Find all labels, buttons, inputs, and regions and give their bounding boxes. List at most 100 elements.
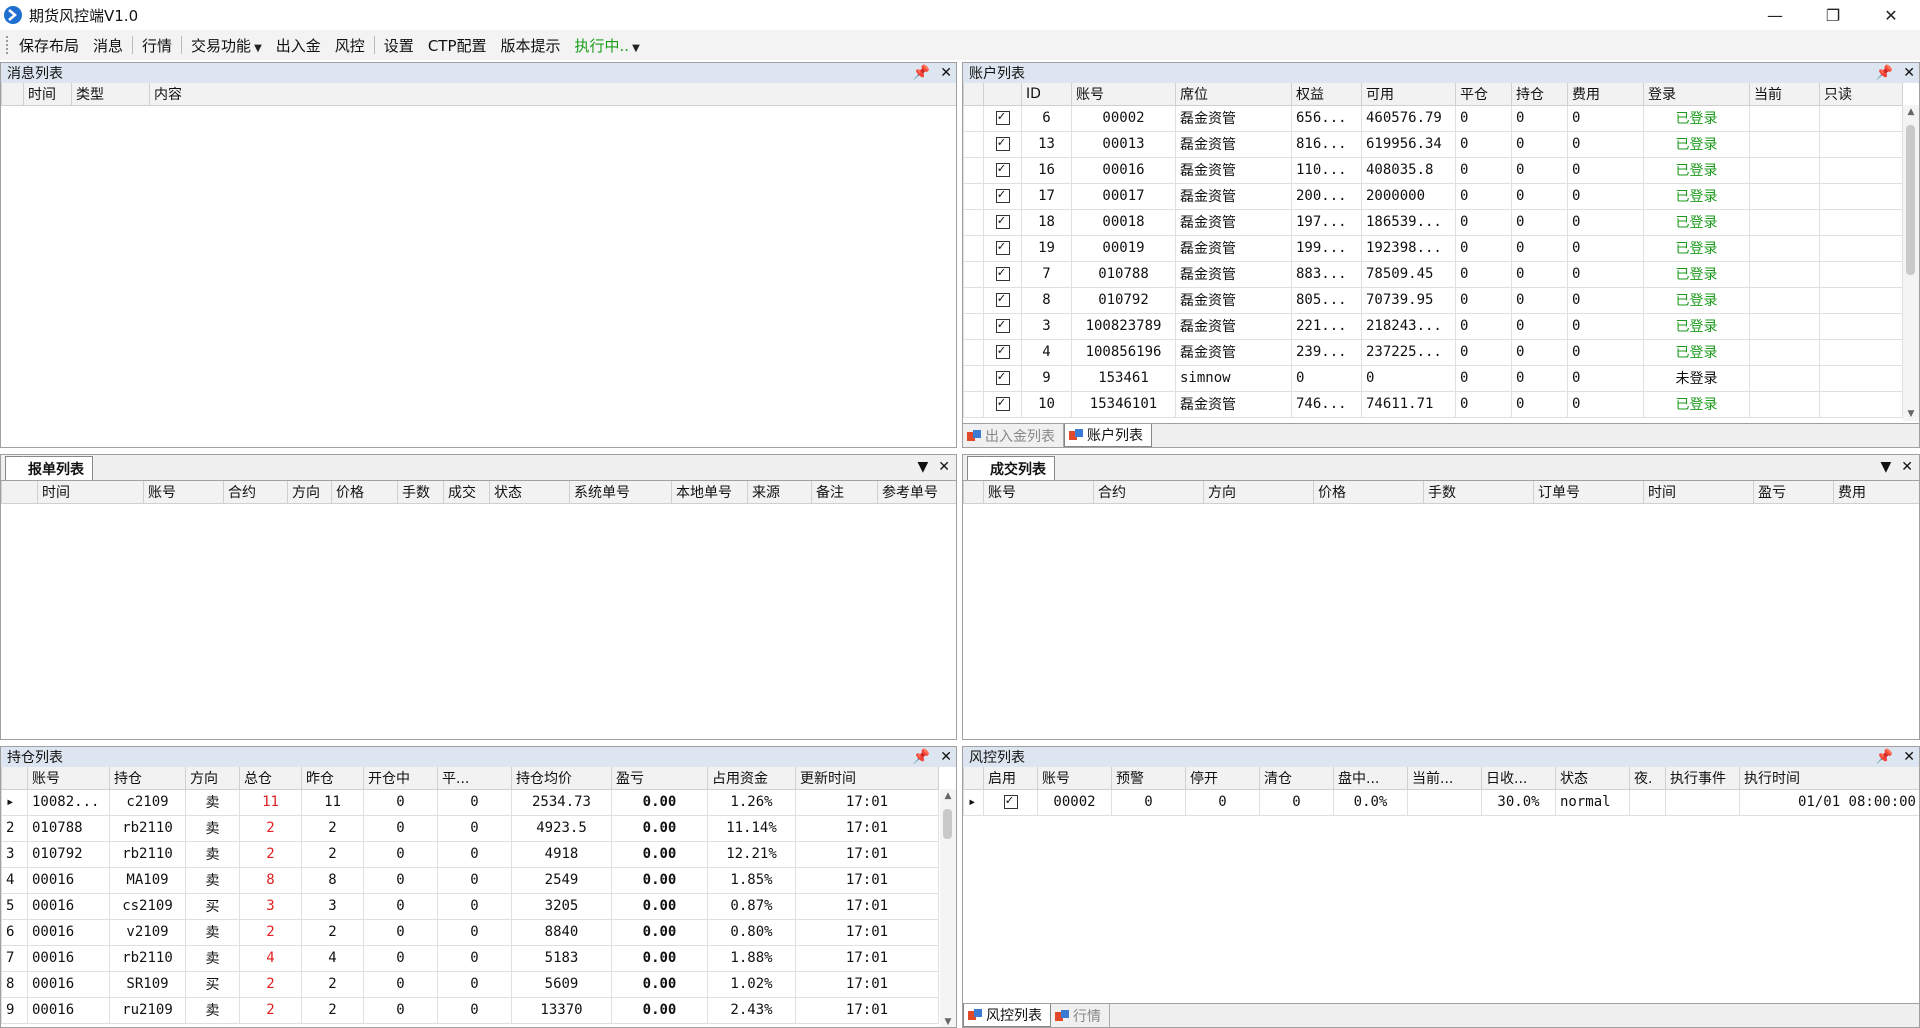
checkbox[interactable] [995,187,1010,203]
column-header[interactable]: 账号 [983,481,1094,504]
column-header[interactable]: 价格 [331,481,398,504]
row-header-cell[interactable]: ▸ [1,788,28,816]
row-header-cell[interactable] [963,312,984,340]
checkbox-cell[interactable] [983,788,1038,816]
pin-icon[interactable]: 📌 [913,749,930,765]
column-header[interactable]: 昨仓 [301,767,364,790]
column-header[interactable]: 合约 [1093,481,1204,504]
row-header-cell[interactable] [963,338,984,366]
column-header[interactable]: 平仓 [1455,83,1512,106]
menu-trading[interactable]: 交易功能 ▼ [184,35,269,56]
column-header[interactable]: 盈亏 [611,767,708,790]
checkbox[interactable] [995,135,1010,151]
table-row[interactable]: 6 00016 v2109 卖 2 2 0 0 8840 0.00 0.80% 17:01 [1,918,939,946]
column-header[interactable]: 时间 [1643,481,1754,504]
column-header[interactable]: 合约 [223,481,288,504]
column-header[interactable]: 参考单号 [877,481,956,504]
column-header[interactable] [963,767,984,790]
row-header-cell[interactable] [963,104,984,132]
column-header[interactable]: 盈亏 [1753,481,1834,504]
tab-order-list[interactable]: 报单列表 [5,456,93,480]
tab-quotes[interactable]: 行情 [1051,1004,1110,1027]
column-header[interactable]: 方向 [185,767,240,790]
table-row[interactable]: 1700017磊金资管200...2000000000已登录 [963,182,1903,210]
table-row[interactable]: 1300013磊金资管816...619956.34000已登录 [963,130,1903,158]
scrollbar-thumb[interactable] [943,809,952,839]
row-header-cell[interactable] [963,260,984,288]
checkbox[interactable] [995,343,1010,359]
checkbox[interactable] [995,291,1010,307]
row-header-cell[interactable]: 8 [1,970,28,998]
row-header-cell[interactable]: 5 [1,892,28,920]
close-icon[interactable]: ✕ [1903,749,1915,765]
column-header[interactable]: 账号 [1037,767,1112,790]
row-header-cell[interactable]: 3 [1,840,28,868]
checkbox-cell[interactable] [983,364,1022,392]
table-row[interactable]: 2 010788 rb2110 卖 2 2 0 0 4923.5 0.00 11.14% 17:01 [1,814,939,842]
close-icon[interactable]: ✕ [1903,65,1915,81]
checkbox-cell[interactable] [983,312,1022,340]
column-header[interactable]: 更新时间 [795,767,939,790]
table-row[interactable]: 1015346101磊金资管746...74611.71000已登录 [963,390,1903,418]
checkbox-cell[interactable] [983,234,1022,262]
column-header[interactable]: 费用 [1567,83,1644,106]
column-header[interactable]: 状态 [1555,767,1630,790]
table-row[interactable]: 3 010792 rb2110 卖 2 2 0 0 4918 0.00 12.21% 17:01 [1,840,939,868]
column-header[interactable]: 系统单号 [569,481,672,504]
checkbox[interactable] [995,213,1010,229]
row-header-cell[interactable]: 7 [1,944,28,972]
table-row[interactable]: 7010788磊金资管883...78509.45000已登录 [963,260,1903,288]
column-header[interactable]: 订单号 [1533,481,1644,504]
checkbox[interactable] [995,265,1010,281]
table-row[interactable]: 4100856196磊金资管239...237225...000已登录 [963,338,1903,366]
column-header[interactable]: 启用 [983,767,1038,790]
column-header[interactable]: 可用 [1361,83,1456,106]
column-header[interactable]: 状态 [489,481,570,504]
toolbar-grip[interactable] [6,36,9,54]
column-header[interactable]: 当前 [1749,83,1820,106]
scroll-down-icon[interactable]: ▼ [940,1017,956,1027]
checkbox-cell[interactable] [983,104,1022,132]
pin-icon[interactable]: 📌 [1876,65,1893,81]
table-row[interactable]: 1900019磊金资管199...192398...000已登录 [963,234,1903,262]
column-header[interactable]: 总仓 [239,767,302,790]
pin-icon[interactable]: 📌 [1876,749,1893,765]
column-header[interactable]: 停开 [1185,767,1260,790]
menu-save-layout[interactable]: 保存布局 [12,35,86,56]
column-header[interactable]: 清仓 [1259,767,1334,790]
column-header[interactable]: 占用资金 [707,767,796,790]
row-header-cell[interactable]: 4 [1,866,28,894]
checkbox-cell[interactable] [983,208,1022,236]
close-icon[interactable]: ✕ [1901,459,1913,475]
table-row[interactable]: 8 00016 SR109 买 2 2 0 0 5609 0.00 1.02% 17:01 [1,970,939,998]
menu-version[interactable]: 版本提示 [494,35,568,56]
column-header[interactable]: 方向 [1203,481,1314,504]
checkbox[interactable] [995,161,1010,177]
column-header[interactable]: 席位 [1175,83,1292,106]
column-header[interactable]: 方向 [287,481,332,504]
tab-risk-list[interactable]: 风控列表 [963,1004,1051,1027]
table-row[interactable]: ▸000020000.0%30.0%normal01/01 08:00:00 [963,788,1919,816]
close-icon[interactable]: ✕ [938,459,950,475]
tab-account-list[interactable]: 账户列表 [1064,424,1152,447]
account-vertical-scrollbar[interactable]: ▲ ▼ [1903,105,1919,421]
column-header[interactable]: 内容 [149,83,956,106]
column-header[interactable]: 账号 [27,767,110,790]
pin-icon[interactable]: 📌 [913,65,930,81]
close-icon[interactable]: ✕ [940,65,952,81]
column-header[interactable]: 来源 [747,481,812,504]
column-header[interactable]: 执行事件 [1665,767,1740,790]
table-row[interactable]: ▸ 10082... c2109 卖 11 11 0 0 2534.73 0.00 1.26% 17:… [1,788,939,816]
table-row[interactable]: 8010792磊金资管805...70739.95000已登录 [963,286,1903,314]
column-header[interactable]: 登录 [1643,83,1750,106]
table-row[interactable]: 7 00016 rb2110 卖 4 4 0 0 5183 0.00 1.88% 17:01 [1,944,939,972]
scroll-up-icon[interactable]: ▲ [1903,107,1919,117]
column-header[interactable]: 持仓 [1511,83,1568,106]
table-row[interactable]: 4 00016 MA109 卖 8 8 0 0 2549 0.00 1.85% 17:01 [1,866,939,894]
scrollbar-thumb[interactable] [1906,125,1915,275]
menu-ctp-config[interactable]: CTP配置 [421,35,494,56]
menu-funds[interactable]: 出入金 [269,35,328,56]
checkbox-cell[interactable] [983,338,1022,366]
dropdown-icon[interactable]: ▼ [1880,459,1891,475]
column-header[interactable]: 成交 [443,481,490,504]
